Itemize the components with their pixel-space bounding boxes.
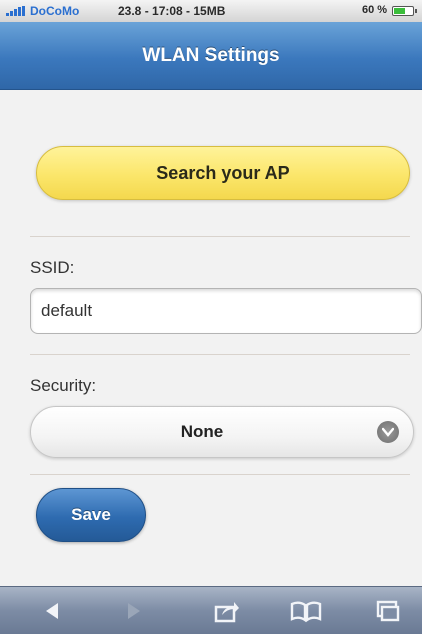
search-ap-button[interactable]: Search your AP (36, 146, 410, 200)
security-select[interactable]: None (30, 406, 414, 458)
back-icon[interactable] (38, 597, 66, 625)
tabs-icon[interactable] (374, 597, 402, 625)
battery-icon (392, 6, 417, 16)
save-button[interactable]: Save (36, 488, 146, 542)
battery-percent: 60 % (362, 4, 388, 16)
divider (30, 236, 410, 237)
divider (30, 354, 410, 355)
signal-strength-icon (6, 6, 28, 16)
divider (30, 474, 410, 475)
forward-icon[interactable] (120, 597, 148, 625)
chevron-down-icon (377, 421, 399, 443)
header-bar: WLAN Settings (0, 22, 422, 90)
browser-toolbar (0, 586, 422, 634)
share-icon[interactable] (212, 597, 240, 625)
bookmarks-icon[interactable] (288, 597, 324, 625)
security-label: Security: (30, 376, 97, 395)
carrier-name: DoCoMo (30, 4, 80, 18)
page-title: WLAN Settings (142, 44, 280, 66)
security-selected-value: None (180, 422, 224, 441)
status-bar: DoCoMo 23.8 - 17:08 - 15MB 60 % (0, 0, 422, 22)
ssid-label: SSID: (30, 258, 75, 277)
status-info: 23.8 - 17:08 - 15MB (118, 4, 226, 18)
ssid-input[interactable]: default (30, 288, 422, 334)
